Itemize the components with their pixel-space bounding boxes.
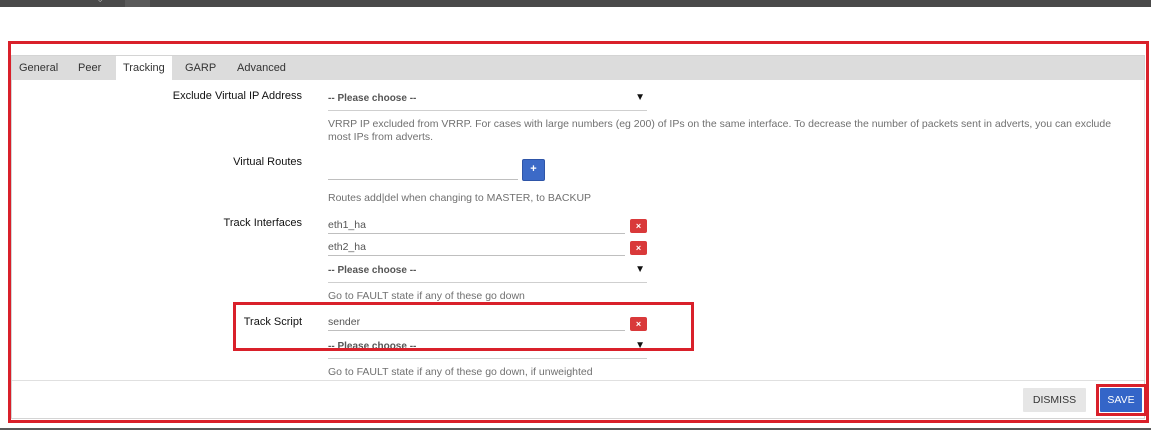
remove-script-button[interactable]: ×: [630, 317, 647, 331]
track-interface-item[interactable]: eth1_ha: [328, 217, 625, 234]
remove-interface-button[interactable]: ×: [630, 241, 647, 255]
track-interfaces-label: Track Interfaces: [223, 217, 302, 229]
dismiss-button[interactable]: DISMISS: [1023, 388, 1086, 412]
tab-tracking[interactable]: Tracking: [116, 56, 172, 80]
exclude-vip-help: VRRP IP excluded from VRRP. For cases wi…: [328, 118, 1112, 143]
track-interfaces-select-value: -- Please choose --: [328, 265, 417, 276]
exclude-vip-select[interactable]: -- Please choose -- ▼: [328, 89, 647, 111]
track-interfaces-help: Go to FAULT state if any of these go dow…: [328, 290, 525, 302]
dropdown-caret-icon: ▼: [635, 92, 645, 103]
track-script-item[interactable]: sender: [328, 314, 625, 331]
add-route-button[interactable]: +: [522, 159, 545, 181]
track-script-select[interactable]: -- Please choose -- ▼: [328, 337, 647, 359]
tab-general[interactable]: General: [12, 56, 65, 80]
track-interfaces-select[interactable]: -- Please choose -- ▼: [328, 261, 647, 283]
track-script-label: Track Script: [243, 316, 302, 328]
top-bar-segment: [125, 0, 150, 7]
tab-bar: General Peer Tracking GARP Advanced: [12, 56, 1144, 80]
tab-garp[interactable]: GARP: [178, 56, 223, 80]
dropdown-caret-icon: ▼: [635, 340, 645, 351]
dropdown-caret-icon: ▼: [635, 264, 645, 275]
tab-peer[interactable]: Peer: [71, 56, 108, 80]
track-interface-item[interactable]: eth2_ha: [328, 239, 625, 256]
virtual-routes-input[interactable]: [328, 163, 518, 180]
footer-divider: [12, 380, 1144, 381]
virtual-routes-label: Virtual Routes: [233, 156, 302, 168]
track-script-help: Go to FAULT state if any of these go dow…: [328, 366, 593, 378]
chevron-down-icon[interactable]: ⌵: [96, 0, 104, 5]
track-script-select-value: -- Please choose --: [328, 341, 417, 352]
exclude-vip-select-value: -- Please choose --: [328, 93, 417, 104]
save-button[interactable]: SAVE: [1100, 388, 1142, 412]
exclude-vip-label: Exclude Virtual IP Address: [172, 90, 302, 102]
tab-advanced[interactable]: Advanced: [230, 56, 293, 80]
remove-interface-button[interactable]: ×: [630, 219, 647, 233]
virtual-routes-help: Routes add|del when changing to MASTER, …: [328, 192, 592, 204]
app-top-bar: ⌵: [0, 0, 1151, 7]
